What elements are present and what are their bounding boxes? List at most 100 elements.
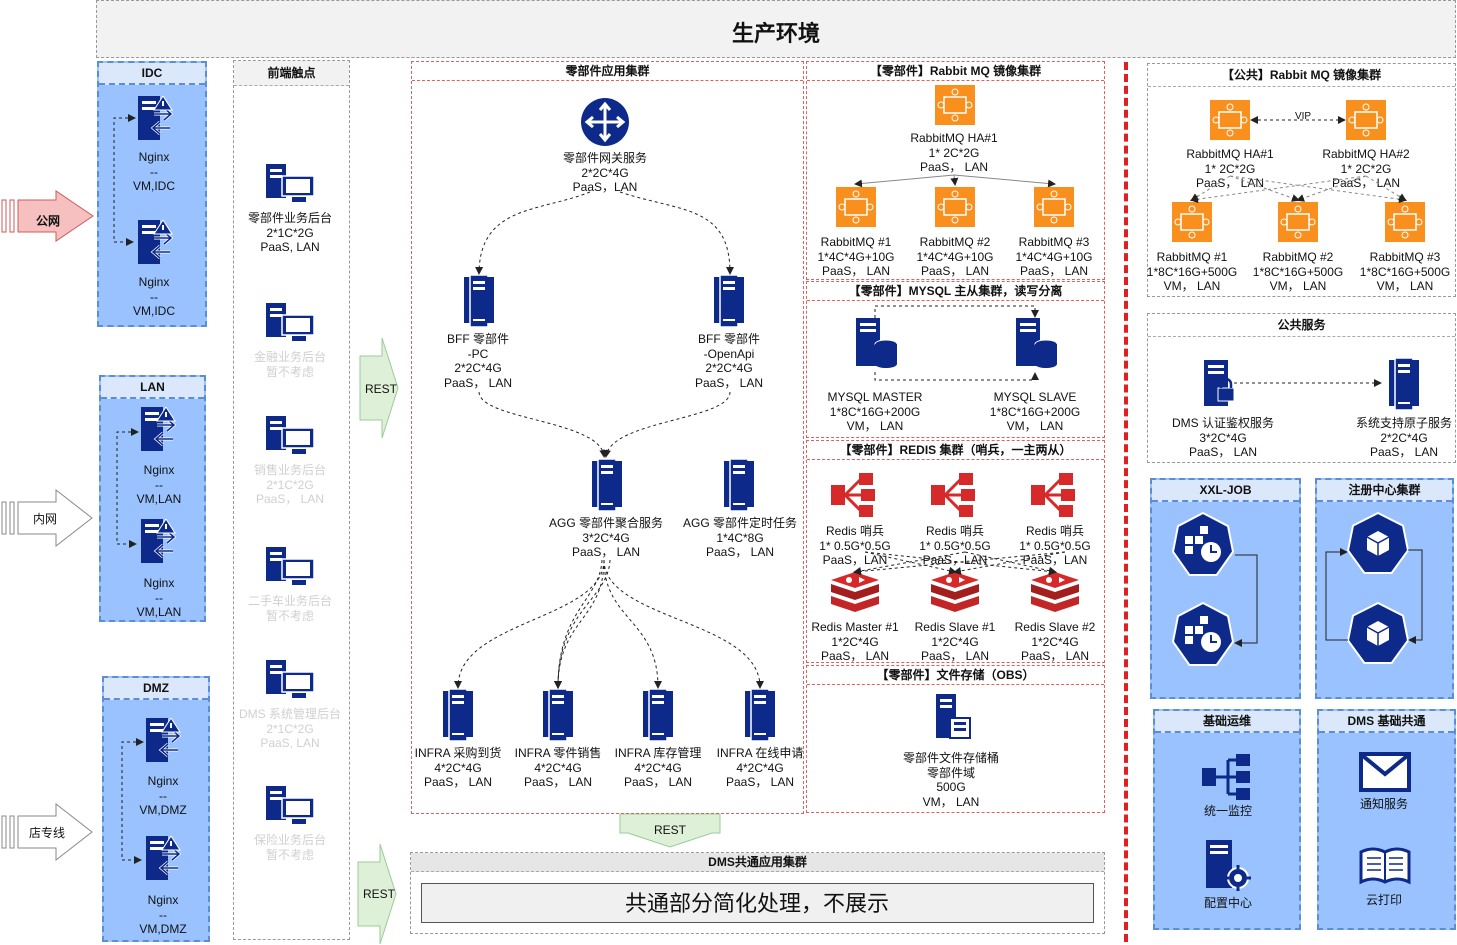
mysql-slave-line-0: MYSQL SLAVE bbox=[993, 390, 1077, 404]
obs-storage-icon bbox=[936, 694, 971, 739]
auth-lock-server-icon bbox=[1204, 360, 1235, 406]
pub-rabbit-node-0-line-2: VM， LAN bbox=[1163, 279, 1221, 293]
zone-divider bbox=[1124, 62, 1128, 942]
agg-node-line-1: 3*2C*4G bbox=[582, 530, 630, 545]
idc-zone-title: IDC bbox=[99, 63, 205, 85]
rabbit-ha-node-line-2: PaaS， LAN bbox=[919, 160, 989, 174]
redis-node-1-line-0: Redis Slave #1 bbox=[914, 620, 996, 634]
bff-openapi-node-line-2: 2*2C*4G bbox=[705, 361, 753, 375]
obs-node-line-3: VM， LAN bbox=[922, 794, 980, 809]
atom-service-line-0: 系统支持原子服务 bbox=[1355, 416, 1453, 430]
pub-rabbit-node-2-line-0: RabbitMQ #3 bbox=[1369, 250, 1441, 264]
pub-rabbit-node-2-line-2: VM， LAN bbox=[1376, 279, 1434, 293]
entry-label-intranet: 内网 bbox=[32, 512, 58, 526]
rabbitmq-node-icon bbox=[1278, 202, 1318, 242]
pub-rabbit-ha-0-line-2: PaaS， LAN bbox=[1195, 176, 1265, 190]
entry-label-public: 公网 bbox=[35, 214, 61, 228]
pub-rabbit-ha-1-line-0: RabbitMQ HA#2 bbox=[1322, 147, 1410, 161]
gateway-node-line-0: 零部件网关服务 bbox=[562, 151, 648, 165]
rabbitmq-node-icon bbox=[935, 187, 975, 227]
rabbit-node-1-line-1: 1*4C*4G+10G bbox=[916, 249, 994, 264]
frontend-item-4-line-0: DMS 系统管理后台 bbox=[238, 707, 342, 721]
pub-rabbit-node-1-line-2: VM， LAN bbox=[1269, 279, 1327, 293]
redis-db-icon bbox=[1031, 572, 1079, 612]
pc-monitor-icon bbox=[266, 416, 315, 454]
redis-db-icon bbox=[831, 572, 879, 612]
rest-label-top: REST bbox=[364, 382, 398, 396]
bff-pc-node-line-2: 2*2C*4G bbox=[454, 361, 502, 375]
gateway-node-line-1: 2*2C*4G bbox=[581, 165, 629, 180]
vip-label: VIP bbox=[1294, 111, 1312, 122]
redis-node-2-line-2: PaaS， LAN bbox=[1020, 649, 1090, 663]
ops-config-line-0: 配置中心 bbox=[1203, 896, 1253, 910]
agg-node-line-2: PaaS， LAN bbox=[571, 545, 641, 559]
redis-sentinel-0-line-0: Redis 哨兵 bbox=[825, 524, 885, 538]
redis-sentinel-0-line-2: PaaS，LAN bbox=[822, 553, 888, 567]
frontend-item-3-line-1: 暂不考虑 bbox=[265, 608, 315, 623]
redis-sentinel-2-line-2: PaaS，LAN bbox=[1022, 553, 1088, 567]
redis-node-2-line-1: 1*2C*4G bbox=[1031, 634, 1079, 649]
rabbit-node-1-line-0: RabbitMQ #2 bbox=[919, 235, 991, 249]
pub-rabbit-node-2-line-1: 1*8C*16G+500G bbox=[1359, 264, 1451, 279]
nginx-2-0-line-1: -- bbox=[159, 788, 167, 803]
agg-task-node-line-0: AGG 零部件定时任务 bbox=[682, 516, 798, 530]
redis-sentinel-2-line-0: Redis 哨兵 bbox=[1025, 524, 1085, 538]
infra-node-0-line-0: INFRA 采购到货 bbox=[414, 746, 502, 760]
redis-node-1-line-1: 1*2C*4G bbox=[931, 634, 979, 649]
nginx-0-0-line-0: Nginx bbox=[138, 150, 170, 164]
infra-server-icon bbox=[543, 689, 573, 741]
auth-service-line-1: 3*2C*4G bbox=[1199, 430, 1247, 445]
gateway-node-line-2: PaaS，LAN bbox=[572, 180, 638, 194]
agg-task-server-icon bbox=[724, 459, 754, 511]
nginx-1-1-line-1: -- bbox=[155, 590, 163, 605]
pub-rabbit-ha-0-line-1: 1* 2C*2G bbox=[1204, 161, 1256, 176]
redis-node-1-line-2: PaaS， LAN bbox=[920, 649, 990, 663]
rabbitmq-ha-icon bbox=[1210, 100, 1250, 140]
frontend-item-2-line-2: PaaS， LAN bbox=[255, 492, 325, 506]
nginx-1-1-line-2: VM,LAN bbox=[136, 605, 182, 619]
mysql-master-line-1: 1*8C*16G+200G bbox=[829, 404, 921, 419]
lan-zone-title: LAN bbox=[101, 377, 204, 399]
rabbit-node-0-line-1: 1*4C*4G+10G bbox=[817, 249, 895, 264]
rabbit-cluster-title: 【零部件】Rabbit MQ 镜像集群 bbox=[807, 62, 1104, 81]
frontend-item-0-line-2: PaaS, LAN bbox=[260, 240, 320, 254]
mysql-master-icon bbox=[856, 318, 898, 368]
rabbit-node-0-line-0: RabbitMQ #1 bbox=[820, 235, 892, 249]
agg-node-line-0: AGG 零部件聚合服务 bbox=[548, 516, 664, 530]
obs-node-line-1: 零部件域 bbox=[926, 765, 976, 780]
redis-sentinel-1-line-2: PaaS，LAN bbox=[922, 553, 988, 567]
infra-node-3-line-1: 4*2C*4G bbox=[736, 760, 784, 775]
nginx-2-1-line-1: -- bbox=[159, 907, 167, 922]
dms-common-note: 共通部分简化处理，不展示 bbox=[624, 891, 890, 916]
gateway-router-icon bbox=[581, 98, 629, 146]
dms-notify-line-0: 通知服务 bbox=[1359, 797, 1409, 811]
mail-icon bbox=[1359, 752, 1411, 792]
rabbitmq-node-icon bbox=[1172, 202, 1212, 242]
nginx-2-1-line-2: VM,DMZ bbox=[139, 922, 187, 936]
frontend-item-2-line-1: 2*1C*2G bbox=[266, 477, 314, 492]
nginx-server-icon bbox=[146, 836, 182, 880]
obs-node-line-2: 500G bbox=[936, 780, 966, 794]
rabbitmq-node-icon bbox=[1385, 202, 1425, 242]
infra-node-1-line-0: INFRA 零件销售 bbox=[514, 746, 602, 760]
auth-service-line-0: DMS 认证鉴权服务 bbox=[1171, 416, 1275, 430]
rabbitmq-ha-icon bbox=[935, 85, 975, 125]
redis-sentinel-1-line-0: Redis 哨兵 bbox=[925, 524, 985, 538]
mysql-slave-line-2: VM， LAN bbox=[1006, 419, 1064, 433]
nginx-server-icon bbox=[141, 407, 177, 451]
pub-rabbit-node-0-line-1: 1*8C*16G+500G bbox=[1146, 264, 1238, 279]
frontend-item-5-line-1: 暂不考虑 bbox=[265, 847, 315, 862]
redis-sentinel-icon bbox=[931, 473, 975, 517]
rabbitmq-node-icon bbox=[836, 187, 876, 227]
entry-label-store-line: 店专线 bbox=[28, 826, 66, 840]
auth-service-line-2: PaaS， LAN bbox=[1188, 445, 1258, 459]
bff-pc-server-icon bbox=[464, 275, 494, 327]
rabbit-node-0-line-2: PaaS， LAN bbox=[821, 264, 891, 278]
redis-node-0-line-0: Redis Master #1 bbox=[811, 620, 899, 634]
atom-service-line-1: 2*2C*4G bbox=[1380, 430, 1428, 445]
pub-rabbit-node-1-line-1: 1*8C*16G+500G bbox=[1252, 264, 1344, 279]
pub-rabbit-ha-1-line-1: 1* 2C*2G bbox=[1340, 161, 1392, 176]
redis-node-0-line-1: 1*2C*4G bbox=[831, 634, 879, 649]
pc-monitor-icon bbox=[266, 786, 315, 824]
nginx-server-icon bbox=[141, 519, 177, 563]
